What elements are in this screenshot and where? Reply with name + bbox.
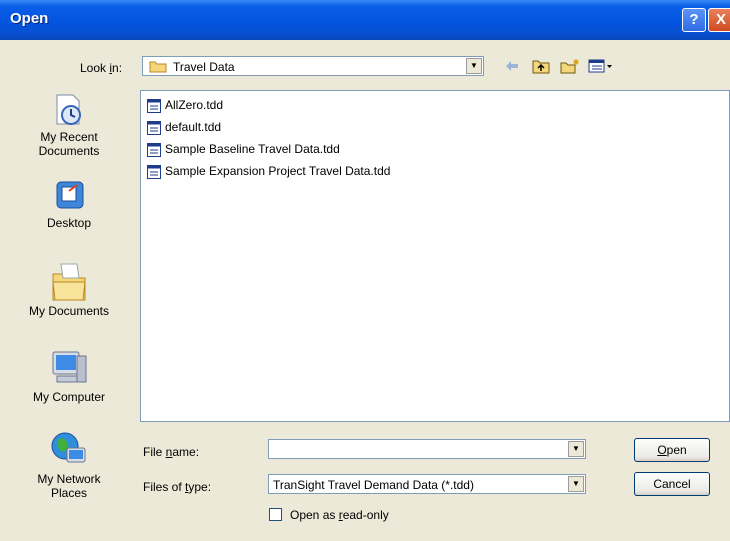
file-type-dropdown[interactable]: ▼ bbox=[568, 476, 584, 492]
back-arrow-icon[interactable] bbox=[504, 58, 520, 74]
cancel-button[interactable]: Cancel bbox=[634, 472, 710, 496]
file-name-combo[interactable]: ▼ bbox=[268, 439, 586, 459]
look-in-label: Look in: bbox=[80, 61, 123, 75]
place-my-documents[interactable]: My Documents bbox=[8, 258, 130, 318]
look-in-dropdown[interactable]: ▼ bbox=[466, 58, 482, 74]
file-name-label: File name: bbox=[143, 445, 200, 459]
place-my-computer[interactable]: My Computer bbox=[8, 348, 130, 404]
new-folder-icon[interactable] bbox=[560, 58, 580, 74]
places-bar: My Recent Documents Desktop My Documents bbox=[8, 80, 130, 540]
place-my-network-places[interactable]: My Network Places bbox=[8, 430, 130, 500]
view-menu-icon[interactable] bbox=[588, 58, 614, 74]
file-icon bbox=[147, 121, 161, 135]
look-in-combo[interactable]: Travel Data ▼ bbox=[142, 56, 484, 76]
place-desktop[interactable]: Desktop bbox=[8, 178, 130, 230]
open-button[interactable]: Open bbox=[634, 438, 710, 462]
close-button[interactable]: X bbox=[708, 8, 730, 32]
file-type-combo[interactable]: TranSight Travel Demand Data (*.tdd) ▼ bbox=[268, 474, 586, 494]
file-type-label: Files of type: bbox=[143, 480, 212, 494]
up-folder-icon[interactable] bbox=[532, 58, 550, 74]
read-only-label: Open as read-only bbox=[290, 508, 389, 522]
network-places-icon bbox=[51, 432, 86, 463]
file-icon bbox=[147, 143, 161, 157]
desktop-icon bbox=[56, 181, 84, 209]
look-in-value: Travel Data bbox=[173, 60, 235, 74]
help-button[interactable]: ? bbox=[682, 8, 706, 32]
file-type-value: TranSight Travel Demand Data (*.tdd) bbox=[273, 478, 474, 492]
title-bar[interactable]: Open ? X bbox=[0, 0, 730, 40]
place-my-recent-documents[interactable]: My Recent Documents bbox=[8, 92, 130, 158]
file-list[interactable]: AllZero.tdd default.tdd Sample Baseline … bbox=[140, 90, 730, 422]
file-icon bbox=[147, 99, 161, 113]
file-name-dropdown[interactable]: ▼ bbox=[568, 441, 584, 457]
recent-documents-icon bbox=[56, 94, 81, 125]
open-dialog: Open ? X Look in: Travel Data ▼ My Recen… bbox=[0, 0, 730, 541]
file-icon bbox=[147, 165, 161, 179]
read-only-checkbox[interactable] bbox=[269, 508, 282, 521]
folder-icon bbox=[149, 61, 167, 73]
my-computer-icon bbox=[52, 351, 87, 383]
window-title: Open bbox=[10, 10, 49, 27]
my-documents-icon bbox=[52, 263, 86, 301]
